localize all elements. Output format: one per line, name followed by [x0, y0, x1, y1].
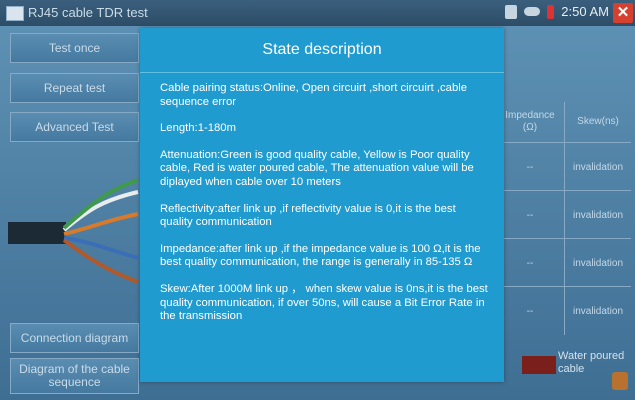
- connection-diagram-button[interactable]: Connection diagram: [10, 323, 139, 353]
- skew-cell: invalidation: [564, 287, 631, 335]
- status-bar: RJ45 cable TDR test 2:50 AM ✕: [0, 0, 635, 26]
- dialog-title: State description: [140, 28, 504, 73]
- window-title: RJ45 cable TDR test: [28, 5, 148, 20]
- home-icon[interactable]: [612, 372, 628, 390]
- state-description-dialog[interactable]: State description Cable pairing status:O…: [140, 28, 504, 382]
- cable-icon: [524, 7, 541, 16]
- status-icons: 2:50 AM: [505, 4, 609, 19]
- pairing-status-text: Cable pairing status:Online, Open circui…: [160, 82, 468, 108]
- cable-sequence-button[interactable]: Diagram of the cable sequence: [10, 358, 139, 394]
- cable-image: [8, 178, 139, 284]
- skew-text: Skew:After 1000M link up ， when skew val…: [160, 282, 488, 323]
- table-row: -- invalidation: [496, 238, 631, 287]
- skew-cell: invalidation: [564, 239, 631, 287]
- impedance-cell: --: [496, 191, 563, 239]
- skew-cell: invalidation: [564, 191, 631, 239]
- repeat-test-button[interactable]: Repeat test: [10, 73, 139, 103]
- app-window: RJ45 cable TDR test 2:50 AM ✕ Test once …: [0, 0, 635, 400]
- clock: 2:50 AM: [561, 4, 609, 19]
- water-poured-swatch: [522, 356, 556, 374]
- app-icon: [6, 6, 24, 21]
- reflectivity-text: Reflectivity:after link up ,if reflectiv…: [160, 202, 456, 229]
- header-impedance: Impedance (Ω): [496, 102, 563, 142]
- length-text: Length:1-180m: [160, 122, 236, 135]
- header-skew: Skew(ns): [564, 102, 631, 142]
- table-row: -- invalidation: [496, 142, 631, 191]
- battery-icon: [547, 4, 555, 19]
- impedance-cell: --: [496, 287, 563, 335]
- close-icon[interactable]: ✕: [613, 3, 633, 23]
- impedance-cell: --: [496, 239, 563, 287]
- impedance-text: Impedance:after link up ,if the impedanc…: [160, 242, 481, 269]
- advanced-test-button[interactable]: Advanced Test: [10, 112, 139, 142]
- skew-cell: invalidation: [564, 143, 631, 191]
- impedance-cell: --: [496, 143, 563, 191]
- test-once-button[interactable]: Test once: [10, 33, 139, 63]
- table-row: -- invalidation: [496, 190, 631, 239]
- attenuation-text: Attenuation:Green is good quality cable,…: [160, 148, 474, 188]
- dialog-body: Cable pairing status:Online, Open circui…: [160, 82, 490, 337]
- table-row: -- invalidation: [496, 286, 631, 335]
- sd-card-icon: [505, 4, 518, 19]
